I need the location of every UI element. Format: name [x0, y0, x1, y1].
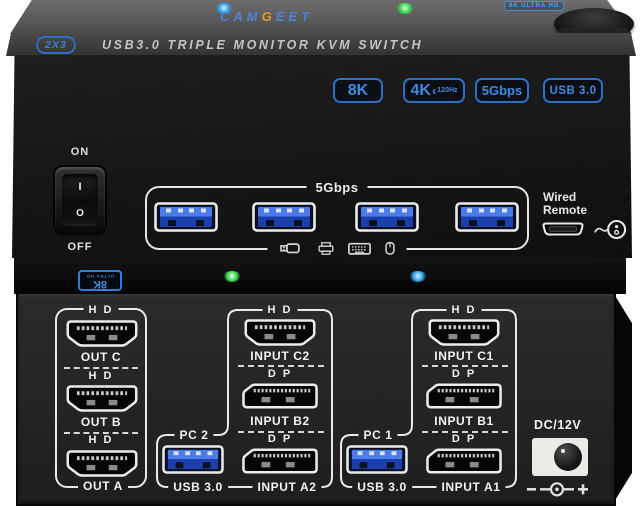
usb3-pc1-port	[346, 445, 408, 474]
dp-input-a2-port	[242, 448, 318, 474]
badge-4k-120hz: 4K ‹ 120Hz	[403, 78, 465, 103]
kvm-switch-product-photo: CAMGEET 8K ULTRA HD SELECT 2X3 USB3.0 TR…	[0, 0, 640, 506]
badge-8k-label: 8K	[348, 82, 368, 100]
badge-8k: 8K	[333, 78, 383, 103]
connector-type-label: D P	[268, 368, 292, 380]
outputs-group: H D OUT C H D OUT B H D OUT A	[55, 308, 147, 488]
brand-part2: EET	[276, 9, 313, 24]
power-off-label: OFF	[68, 241, 93, 253]
hdmi-out-b-port	[66, 385, 138, 412]
usb-hub-group: 5Gbps	[145, 186, 529, 250]
micro-usb-port	[540, 221, 586, 237]
edge-8k-badge: 8K ULTRA HD	[78, 270, 122, 291]
rear-unit-side-face	[614, 294, 632, 502]
port-label: OUT C	[81, 350, 121, 364]
hdmi-out-c-port	[66, 320, 138, 347]
keyboard-icon	[348, 242, 372, 255]
dp-input-b1-port	[426, 383, 502, 409]
chevron-icon: ‹	[432, 83, 436, 98]
port-label: INPUT C2	[250, 349, 309, 363]
usb-label: USB 3.0	[352, 480, 412, 494]
port-label: OUT B	[81, 415, 121, 429]
rear-panel: H D OUT C H D OUT B H D OUT A H D INPUT …	[16, 292, 616, 506]
edge-8k-sub: ULTRA HD	[86, 273, 114, 281]
wired-remote-label: Wired Remote	[543, 191, 587, 217]
wired-remote-line2: Remote	[543, 204, 587, 217]
power-switch: I O	[55, 167, 105, 233]
hub-speed-label: 5Gbps	[307, 180, 368, 195]
wired-remote-icon	[593, 217, 627, 242]
model-badge: 2X3	[36, 36, 76, 54]
brand-part1: CAM	[220, 9, 262, 24]
connector-type-label: H D	[263, 304, 298, 316]
connector-type-label: H D	[89, 434, 114, 446]
connector-type-label: H D	[84, 304, 119, 316]
brand-logo: CAMGEET	[220, 9, 313, 24]
pc1-label: PC 1	[358, 428, 397, 442]
badge-120hz-label: 120Hz	[437, 87, 457, 94]
edge-8k-label: 8K	[93, 281, 107, 289]
polarity-icon	[526, 480, 592, 498]
port-label: OUT A	[78, 479, 128, 493]
front-face: 8K 4K ‹ 120Hz 5Gbps USB 3.0 ON I O OFF 5…	[12, 55, 632, 258]
connector-type-label: D P	[452, 433, 476, 445]
power-symbol-on: I	[78, 181, 81, 193]
badge-usb30: USB 3.0	[543, 78, 603, 103]
port-label: INPUT A1	[436, 480, 505, 494]
pc2-label: PC 2	[174, 428, 213, 442]
usb-drive-icon	[279, 242, 305, 254]
brand-accent-letter: G	[262, 9, 276, 24]
mouse-icon	[385, 241, 396, 255]
usb3-hub-port	[154, 202, 218, 232]
power-switch-rocker: I O	[62, 174, 98, 226]
product-title: USB3.0 TRIPLE MONITOR KVM SWITCH	[102, 38, 423, 52]
port-label: INPUT B1	[434, 414, 493, 428]
usb3-hub-port	[355, 202, 419, 232]
dc-power-jack	[532, 438, 588, 476]
hdmi-input-c1-port	[428, 319, 500, 346]
dc-jack-hole	[554, 443, 582, 471]
power-on-label: ON	[71, 146, 90, 158]
pc1-input-group: H D INPUT C1 D P INPUT B1 D P PC 1 USB 3…	[338, 302, 528, 494]
usb-label: USB 3.0	[168, 480, 228, 494]
port-label: INPUT A2	[252, 480, 321, 494]
connector-type-label: D P	[452, 368, 476, 380]
divider	[422, 365, 508, 367]
dp-input-a1-port	[426, 448, 502, 474]
connector-type-label: H D	[447, 304, 482, 316]
status-led-green	[396, 3, 414, 14]
rear-led-blue	[409, 271, 427, 282]
port-label: INPUT C1	[434, 349, 493, 363]
rear-led-green	[223, 271, 241, 282]
connector-type-label: H D	[89, 370, 114, 382]
top-face: CAMGEET 8K ULTRA HD	[10, 0, 632, 34]
hdmi-input-c2-port	[244, 319, 316, 346]
dc-label: DC/12V	[534, 418, 581, 432]
front-edge-strip: 2X3 USB3.0 TRIPLE MONITOR KVM SWITCH	[6, 33, 636, 56]
power-symbol-off: O	[76, 208, 84, 219]
connector-type-label: D P	[268, 433, 292, 445]
badge-4k-label: 4K	[410, 82, 430, 100]
pc2-input-group: H D INPUT C2 D P INPUT B2 D P PC 2 USB 3…	[154, 302, 344, 494]
badge-usb30-label: USB 3.0	[550, 85, 597, 97]
port-label: INPUT B2	[250, 414, 309, 428]
divider	[238, 365, 324, 367]
badge-5gbps: 5Gbps	[475, 78, 529, 103]
peripheral-icons	[268, 241, 407, 255]
hdmi-out-a-port	[66, 450, 138, 477]
usb3-hub-port	[455, 202, 519, 232]
usb3-pc2-port	[162, 445, 224, 474]
badge-5gbps-label: 5Gbps	[482, 83, 522, 98]
rear-unit-top-strip: 8K ULTRA HD	[14, 258, 626, 294]
printer-icon	[318, 241, 335, 255]
usb3-hub-port	[252, 202, 316, 232]
divider	[64, 367, 138, 369]
dp-input-b2-port	[242, 383, 318, 409]
